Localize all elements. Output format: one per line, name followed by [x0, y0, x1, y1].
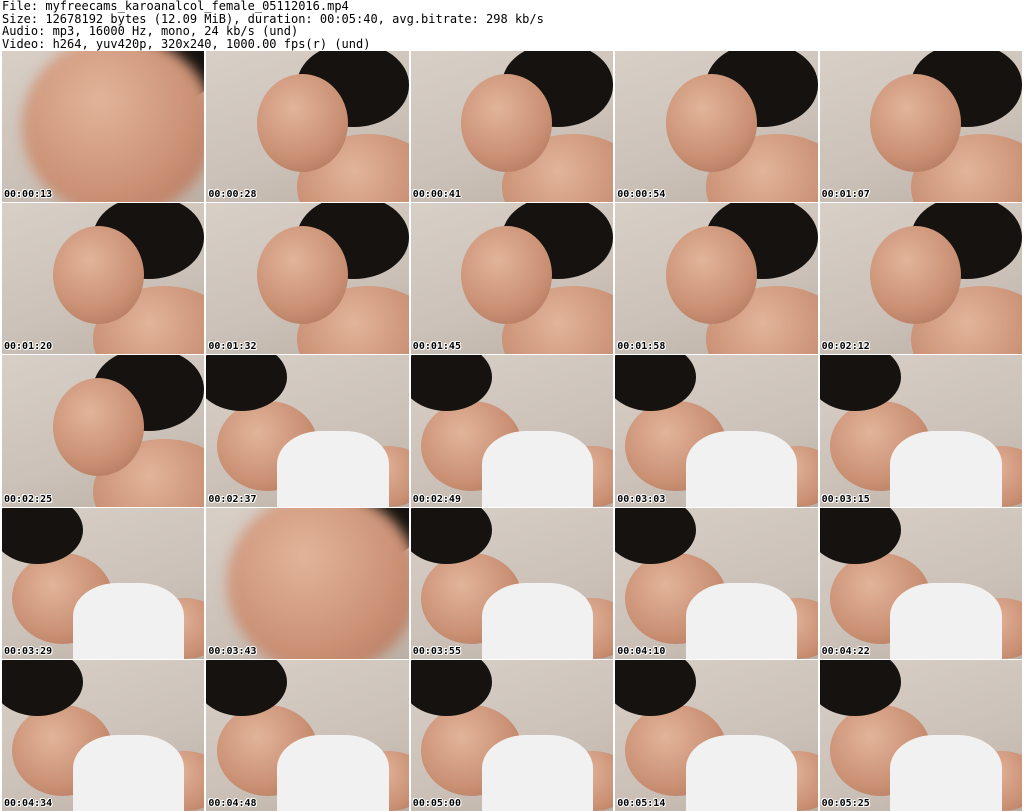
thumbnail-timestamp: 00:05:25 — [821, 797, 870, 809]
thumbnail-frame-body — [410, 659, 614, 811]
thumbnail-timestamp: 00:03:29 — [4, 645, 53, 657]
thumbnail-frame-body — [2, 659, 205, 811]
thumbnail-frame-profile — [206, 203, 409, 355]
thumbnail-frame-body — [2, 507, 205, 659]
thumbnail-timestamp: 00:03:43 — [208, 645, 257, 657]
video-thumbnail[interactable]: 00:00:54 — [615, 51, 818, 203]
file-name-line: File: myfreecams_karoanalcol_female_0511… — [2, 0, 349, 13]
thumbnail-timestamp: 00:04:22 — [821, 645, 870, 657]
thumbnail-frame-body — [819, 659, 1022, 811]
thumbnail-timestamp: 00:02:25 — [4, 493, 53, 505]
video-thumbnail[interactable]: 00:00:13 — [2, 51, 205, 203]
thumbnail-grid: 00:00:13 00:00:28 00:00:41 00:00:54 00:01:07… — [2, 51, 1022, 811]
video-thumbnail[interactable]: 00:01:20 — [2, 203, 205, 355]
thumbnail-timestamp: 00:01:45 — [412, 341, 461, 353]
thumbnail-timestamp: 00:00:28 — [208, 189, 257, 201]
thumbnail-timestamp: 00:01:20 — [4, 341, 53, 353]
thumbnail-frame-closeup — [2, 51, 205, 203]
thumbnail-frame-body — [819, 355, 1022, 507]
thumbnail-frame-profile — [410, 51, 614, 203]
video-thumbnail[interactable]: 00:03:03 — [615, 355, 818, 507]
thumbnail-frame-profile — [410, 203, 614, 355]
video-thumbnail[interactable]: 00:00:41 — [410, 51, 614, 203]
thumbnail-frame-profile — [819, 51, 1022, 203]
video-thumbnail[interactable]: 00:05:25 — [819, 659, 1022, 811]
thumbnail-frame-body — [615, 355, 818, 507]
thumbnail-frame-body — [615, 659, 818, 811]
thumbnail-timestamp: 00:02:37 — [208, 493, 257, 505]
video-thumbnail[interactable]: 00:03:43 — [206, 507, 409, 659]
thumbnail-timestamp: 00:05:00 — [412, 797, 461, 809]
video-thumbnail[interactable]: 00:05:14 — [615, 659, 818, 811]
thumbnail-frame-face — [2, 355, 205, 507]
thumbnail-frame-body — [206, 659, 409, 811]
thumbnail-frame-profile — [206, 51, 409, 203]
thumbnail-timestamp: 00:02:12 — [821, 341, 870, 353]
video-thumbnail[interactable]: 00:03:55 — [410, 507, 614, 659]
thumbnail-timestamp: 00:04:10 — [617, 645, 666, 657]
video-line: Video: h264, yuv420p, 320x240, 1000.00 f… — [2, 36, 371, 51]
video-thumbnail[interactable]: 00:02:37 — [206, 355, 409, 507]
file-info-header: File: myfreecams_karoanalcol_female_0511… — [2, 0, 1022, 50]
thumbnail-frame-profile — [615, 51, 818, 203]
thumbnail-timestamp: 00:03:55 — [412, 645, 461, 657]
thumbnail-frame-profile — [615, 203, 818, 355]
thumbnail-timestamp: 00:03:15 — [821, 493, 870, 505]
thumbnail-frame-body — [206, 355, 409, 507]
thumbnail-timestamp: 00:00:13 — [4, 189, 53, 201]
video-thumbnail[interactable]: 00:01:45 — [410, 203, 614, 355]
thumbnail-timestamp: 00:02:49 — [412, 493, 461, 505]
video-thumbnail[interactable]: 00:02:25 — [2, 355, 205, 507]
video-thumbnail[interactable]: 00:04:48 — [206, 659, 409, 811]
thumbnail-frame-profile — [819, 203, 1022, 355]
thumbnail-frame-body — [615, 507, 818, 659]
thumbnail-timestamp: 00:01:32 — [208, 341, 257, 353]
video-thumbnail[interactable]: 00:03:29 — [2, 507, 205, 659]
video-thumbnail[interactable]: 00:04:22 — [819, 507, 1022, 659]
thumbnail-frame-profile — [2, 203, 205, 355]
video-thumbnail[interactable]: 00:01:58 — [615, 203, 818, 355]
audio-line: Audio: mp3, 16000 Hz, mono, 24 kb/s (und… — [2, 24, 299, 38]
video-thumbnail[interactable]: 00:05:00 — [410, 659, 614, 811]
video-thumbnail[interactable]: 00:02:12 — [819, 203, 1022, 355]
thumbnail-frame-body — [819, 507, 1022, 659]
video-thumbnail[interactable]: 00:00:28 — [206, 51, 409, 203]
thumbnail-timestamp: 00:04:34 — [4, 797, 53, 809]
thumbnail-timestamp: 00:04:48 — [208, 797, 257, 809]
thumbnail-timestamp: 00:03:03 — [617, 493, 666, 505]
thumbnail-timestamp: 00:00:41 — [412, 189, 461, 201]
video-thumbnail[interactable]: 00:02:49 — [410, 355, 614, 507]
video-thumbnail[interactable]: 00:01:32 — [206, 203, 409, 355]
thumbnail-timestamp: 00:00:54 — [617, 189, 666, 201]
thumbnail-frame-closeup — [206, 507, 409, 659]
thumbnail-timestamp: 00:01:58 — [617, 341, 666, 353]
thumbnail-frame-body — [410, 507, 614, 659]
thumbnail-timestamp: 00:05:14 — [617, 797, 666, 809]
thumbnail-frame-body — [410, 355, 614, 507]
video-thumbnail[interactable]: 00:01:07 — [819, 51, 1022, 203]
video-thumbnail[interactable]: 00:03:15 — [819, 355, 1022, 507]
thumbnail-timestamp: 00:01:07 — [821, 189, 870, 201]
video-thumbnail[interactable]: 00:04:34 — [2, 659, 205, 811]
video-thumbnail[interactable]: 00:04:10 — [615, 507, 818, 659]
